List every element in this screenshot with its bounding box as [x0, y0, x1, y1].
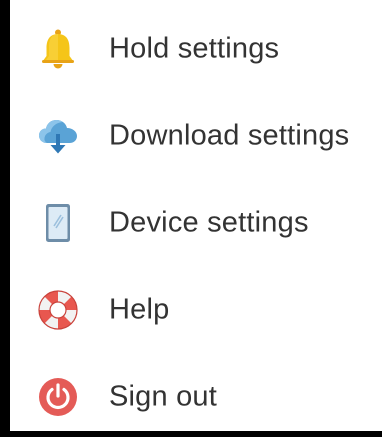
menu-item-hold-settings[interactable]: Hold settings — [10, 9, 382, 89]
menu-item-label: Sign out — [109, 380, 218, 413]
menu-item-help[interactable]: Help — [10, 270, 382, 350]
bell-icon — [36, 27, 80, 71]
cloud-download-icon — [36, 114, 80, 158]
menu-item-download-settings[interactable]: Download settings — [10, 96, 382, 176]
lifebuoy-icon — [36, 288, 80, 332]
menu-item-sign-out[interactable]: Sign out — [10, 357, 382, 437]
menu-item-label: Hold settings — [109, 32, 280, 65]
power-icon — [36, 375, 80, 419]
menu-item-label: Download settings — [109, 119, 350, 152]
settings-menu: Hold settings Download settings Device s… — [10, 0, 382, 431]
tablet-icon — [36, 201, 80, 245]
menu-item-device-settings[interactable]: Device settings — [10, 183, 382, 263]
menu-item-label: Help — [109, 293, 170, 326]
menu-item-label: Device settings — [109, 206, 309, 239]
